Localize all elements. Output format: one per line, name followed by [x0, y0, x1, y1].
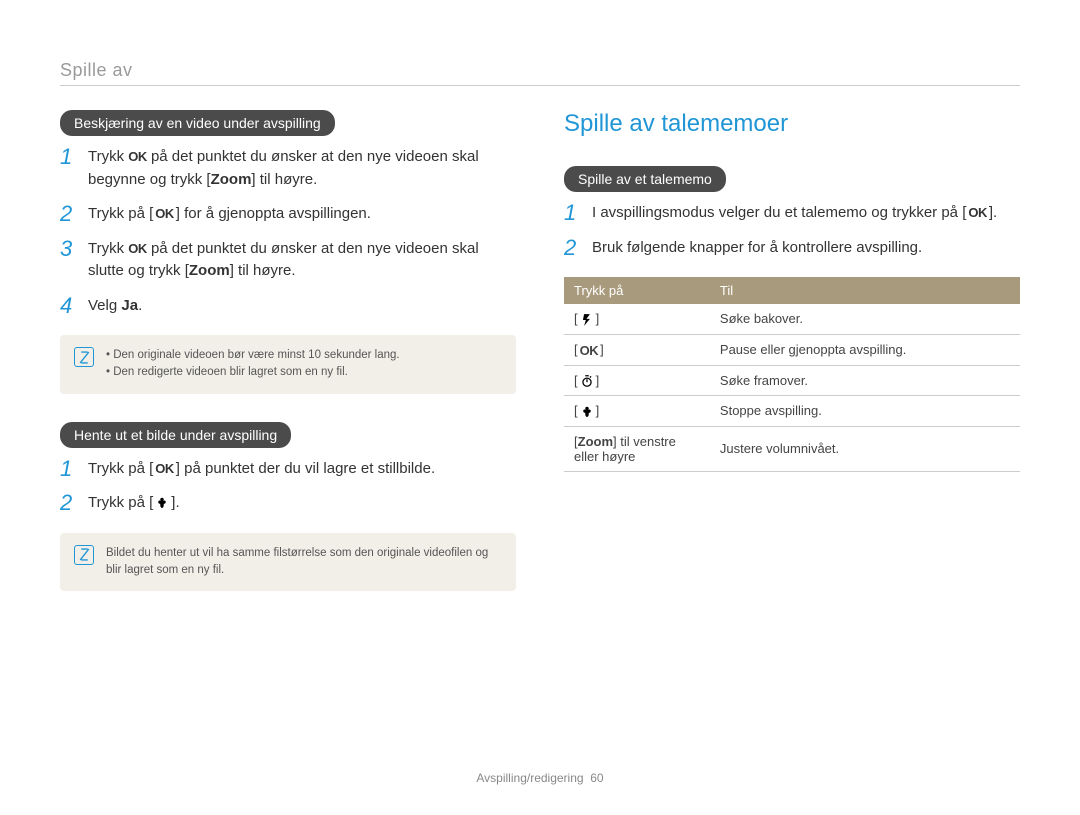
- ok-icon: OK: [128, 239, 147, 259]
- step-item: Trykk på .: [60, 492, 516, 515]
- table-desc: Stoppe avspilling.: [710, 396, 1020, 427]
- table-row: Søke bakover.: [564, 304, 1020, 334]
- step-text: ] til høyre.: [230, 262, 296, 279]
- step-text: Trykk på: [88, 460, 149, 477]
- section-title-voice-memo: Spille av talememoer: [564, 110, 1020, 138]
- ok-icon: OK: [155, 459, 174, 479]
- table-header-key: Trykk på: [564, 277, 710, 304]
- right-column: Spille av talememoer Spille av et taleme…: [564, 110, 1020, 619]
- steps-extract-image: Trykk på OK på punktet der du vil lagre …: [60, 458, 516, 515]
- step-text: Velg: [88, 297, 121, 314]
- page-footer: Avspilling/redigering 60: [0, 771, 1080, 785]
- step-text: .: [993, 204, 997, 221]
- confirm-label: Ja: [121, 297, 138, 314]
- ok-icon: OK: [968, 203, 987, 223]
- step-item: Trykk OK på det punktet du ønsker at den…: [60, 238, 516, 283]
- table-key: [564, 396, 710, 427]
- table-desc: Pause eller gjenoppta avspilling.: [710, 334, 1020, 365]
- controls-table: Trykk på Til Søke bakover. OK Pause elle…: [564, 277, 1020, 472]
- step-item: Velg Ja.: [60, 295, 516, 318]
- note-body: Bildet du henter ut vil ha samme filstør…: [106, 545, 502, 580]
- table-row: Stoppe avspilling.: [564, 396, 1020, 427]
- step-item: Bruk følgende knapper for å kontrollere …: [564, 237, 1020, 260]
- step-text: Bruk følgende knapper for å kontrollere …: [592, 239, 922, 256]
- step-text: .: [138, 297, 142, 314]
- zoom-label: Zoom: [211, 171, 252, 188]
- step-text: Trykk: [88, 148, 128, 165]
- note-item: Den originale videoen bør være minst 10 …: [106, 347, 400, 364]
- two-column-layout: Beskjæring av en video under avspilling …: [60, 110, 1020, 619]
- step-text: for å gjenoppta avspillingen.: [180, 205, 371, 222]
- table-desc: Søke bakover.: [710, 304, 1020, 334]
- page-title: Spille av: [60, 60, 1020, 86]
- table-key: [564, 304, 710, 334]
- section-pill-trim-video: Beskjæring av en video under avspilling: [60, 110, 335, 136]
- step-item: Trykk på OK på punktet der du vil lagre …: [60, 458, 516, 481]
- note-box: Bildet du henter ut vil ha samme filstør…: [60, 533, 516, 592]
- ok-icon-bracket: OK: [962, 204, 993, 221]
- macro-icon-bracket: [149, 494, 175, 511]
- table-header-desc: Til: [710, 277, 1020, 304]
- note-body: Den originale videoen bør være minst 10 …: [106, 347, 400, 382]
- note-box: Den originale videoen bør være minst 10 …: [60, 335, 516, 394]
- steps-trim-video: Trykk OK på det punktet du ønsker at den…: [60, 146, 516, 317]
- table-row: [Zoom] til venstre eller høyre Justere v…: [564, 426, 1020, 471]
- step-item: Trykk på OK for å gjenoppta avspillingen…: [60, 203, 516, 226]
- footer-section: Avspilling/redigering: [476, 771, 583, 785]
- left-column: Beskjæring av en video under avspilling …: [60, 110, 516, 619]
- zoom-label: Zoom: [578, 434, 613, 449]
- macro-icon: [155, 496, 169, 510]
- ok-icon: OK: [155, 204, 174, 224]
- zoom-label: Zoom: [189, 262, 230, 279]
- note-item: Den redigerte videoen blir lagret som en…: [106, 364, 400, 381]
- step-text: Trykk på: [88, 494, 149, 511]
- step-item: Trykk OK på det punktet du ønsker at den…: [60, 146, 516, 191]
- table-key: [Zoom] til venstre eller høyre: [564, 426, 710, 471]
- table-desc: Søke framover.: [710, 365, 1020, 396]
- table-key: OK: [564, 334, 710, 365]
- ok-icon: OK: [580, 343, 599, 358]
- note-icon: [74, 347, 94, 367]
- table-key: [564, 365, 710, 396]
- page-content: Spille av Beskjæring av en video under a…: [0, 0, 1080, 619]
- table-row: OK Pause eller gjenoppta avspilling.: [564, 334, 1020, 365]
- step-text: I avspillingsmodus velger du et talememo…: [592, 204, 962, 221]
- flash-icon: [580, 313, 594, 327]
- steps-play-memo: I avspillingsmodus velger du et talememo…: [564, 202, 1020, 259]
- section-pill-play-memo: Spille av et talememo: [564, 166, 726, 192]
- step-text: på punktet der du vil lagre et stillbild…: [180, 460, 435, 477]
- step-text: ] til høyre.: [251, 171, 317, 188]
- table-row: Søke framover.: [564, 365, 1020, 396]
- ok-icon-bracket: OK: [149, 205, 180, 222]
- step-text: Trykk på: [88, 205, 149, 222]
- table-desc: Justere volumnivået.: [710, 426, 1020, 471]
- timer-icon: [580, 374, 594, 388]
- macro-icon: [580, 405, 594, 419]
- step-text: .: [175, 494, 179, 511]
- ok-icon-bracket: OK: [149, 460, 180, 477]
- footer-page-number: 60: [590, 771, 603, 785]
- ok-icon: OK: [128, 147, 147, 167]
- note-icon: [74, 545, 94, 565]
- step-text: Trykk: [88, 240, 128, 257]
- section-pill-extract-image: Hente ut et bilde under avspilling: [60, 422, 291, 448]
- step-item: I avspillingsmodus velger du et talememo…: [564, 202, 1020, 225]
